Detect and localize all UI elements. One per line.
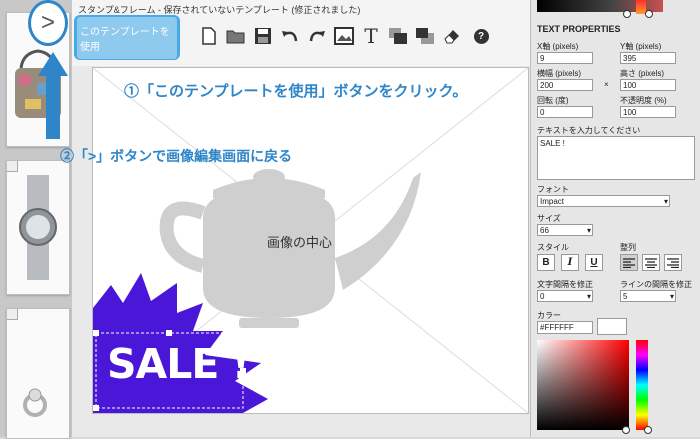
redo-icon[interactable] — [307, 26, 327, 46]
align-left-button[interactable] — [620, 254, 638, 271]
font-label: フォント — [537, 185, 569, 194]
bold-button[interactable]: B — [537, 254, 555, 271]
help-icon[interactable]: ? — [471, 26, 491, 46]
chevron-right-icon: > — [40, 9, 55, 36]
save-icon[interactable] — [253, 26, 273, 46]
panel-title: TEXT PROPERTIES — [537, 24, 621, 34]
color-swatch[interactable] — [597, 318, 627, 335]
hue-handle[interactable] — [645, 10, 653, 18]
annotation-step1: ①「このテンプレートを使用」ボタンをクリック。 — [124, 83, 468, 100]
width-input[interactable]: 200 — [537, 79, 593, 91]
text-prompt-label: テキストを入力してください — [537, 126, 641, 135]
watch-photo — [7, 161, 69, 294]
color-hex-input[interactable]: #FFFFFF — [537, 321, 593, 334]
y-label: Y軸 (pixels) — [620, 42, 662, 51]
letter-spacing-label: 文字間隔を修正 — [537, 280, 593, 289]
align-label: 整列 — [620, 243, 636, 252]
height-input[interactable]: 100 — [620, 79, 676, 91]
align-center-button[interactable] — [642, 254, 660, 271]
hue-slider-handle[interactable] — [644, 426, 652, 434]
canvas-center-label: 画像の中心 — [267, 235, 333, 250]
times-sign: × — [604, 80, 609, 89]
width-label: 横幅 (pixels) — [537, 69, 582, 78]
align-center-icon — [645, 257, 657, 268]
ring-photo — [7, 309, 69, 438]
color-label: カラー — [537, 311, 561, 320]
use-template-label: このテンプレートを使用 — [77, 16, 177, 59]
opacity-input[interactable]: 100 — [620, 106, 676, 118]
thumbnail-watch[interactable] — [6, 160, 70, 295]
use-template-button[interactable]: このテンプレートを使用 — [74, 15, 180, 60]
rotation-label: 回転 (度) — [537, 96, 569, 105]
text-icon[interactable]: T — [361, 24, 381, 48]
thumbnail-checkbox[interactable] — [7, 161, 18, 172]
opacity-label: 不透明度 (%) — [620, 96, 667, 105]
size-label: サイズ — [537, 214, 561, 223]
send-backward-icon[interactable] — [415, 26, 435, 46]
hue-slider[interactable] — [636, 340, 648, 430]
color-picker-field[interactable] — [537, 340, 629, 430]
image-icon[interactable] — [334, 26, 354, 46]
underline-button[interactable]: U — [585, 254, 603, 271]
sale-stamp-text[interactable]: SALE ! — [107, 340, 250, 388]
eraser-icon[interactable] — [442, 26, 462, 46]
style-label: スタイル — [537, 243, 569, 252]
align-right-icon — [667, 257, 679, 268]
thumbnail-ring[interactable] — [6, 308, 70, 439]
rotation-input[interactable]: 0 — [537, 106, 593, 118]
line-spacing-select[interactable]: 5 — [620, 290, 676, 302]
x-label: X軸 (pixels) — [537, 42, 579, 51]
text-content-textarea[interactable]: SALE ! — [537, 136, 695, 180]
undo-icon[interactable] — [280, 26, 300, 46]
align-left-icon — [623, 257, 635, 268]
annotation-arrow-shaft — [46, 75, 60, 139]
size-select[interactable]: 66 — [537, 224, 593, 236]
color-picker-handle[interactable] — [622, 426, 630, 434]
text-properties-panel: TEXT PROPERTIES X軸 (pixels) Y軸 (pixels) … — [530, 0, 700, 437]
align-right-button[interactable] — [664, 254, 682, 271]
open-folder-icon[interactable] — [226, 26, 246, 46]
bring-forward-icon[interactable] — [388, 26, 408, 46]
annotation-step2: ②「>」ボタンで画像編集画面に戻る — [60, 148, 293, 164]
x-input[interactable]: 9 — [537, 52, 593, 64]
design-canvas[interactable]: 画像の中心 SALE ! — [92, 67, 529, 414]
letter-spacing-select[interactable]: 0 — [537, 290, 593, 302]
height-label: 高さ (pixels) — [620, 69, 665, 78]
expand-panel-button[interactable]: > — [28, 0, 68, 46]
thumbnail-checkbox[interactable] — [7, 309, 18, 320]
y-input[interactable]: 395 — [620, 52, 676, 64]
line-spacing-label: ラインの間隔を修正 — [620, 280, 692, 289]
annotation-arrow-head — [38, 52, 68, 76]
font-select[interactable]: Impact — [537, 195, 670, 207]
italic-button[interactable]: I — [561, 254, 579, 271]
color-handle[interactable] — [623, 10, 631, 18]
new-page-icon[interactable] — [199, 26, 219, 46]
